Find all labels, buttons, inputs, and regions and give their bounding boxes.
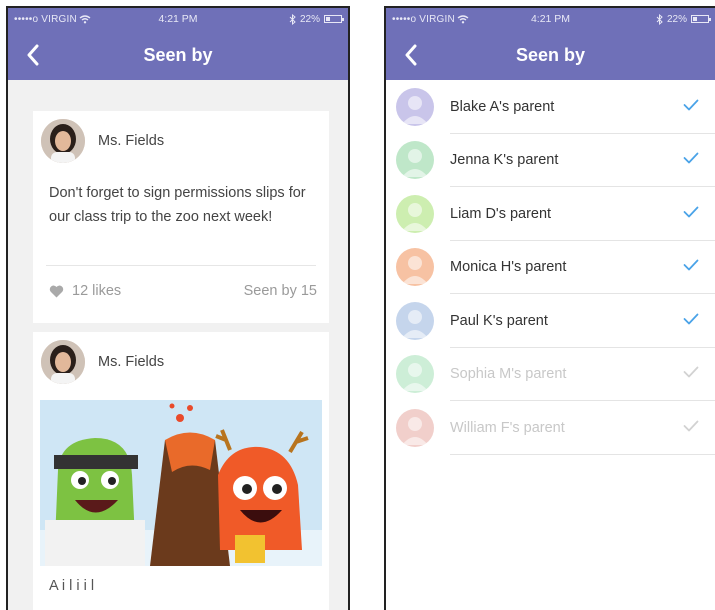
left-phone-screen: •••••o VIRGIN 4:21 PM 22% Seen by Ms. Fi…: [6, 6, 350, 610]
post-author: Ms. Fields: [33, 111, 329, 163]
likes-button[interactable]: 12 likes: [49, 283, 121, 299]
author-name: Ms. Fields: [98, 354, 165, 370]
author-name: Ms. Fields: [98, 133, 165, 149]
carrier-label: •••••o VIRGIN: [14, 14, 91, 25]
teacher-avatar: [41, 340, 85, 384]
battery-percent: 22%: [299, 13, 320, 25]
carrier-text: •••••o VIRGIN: [392, 13, 455, 25]
page-title: Seen by: [515, 44, 586, 65]
checkmark-icon: [683, 419, 699, 437]
parent-avatar-icon: [396, 194, 434, 233]
list-item[interactable]: Jenna K's parent: [386, 134, 715, 187]
status-bar: •••••o VIRGIN 4:21 PM 22%: [8, 8, 348, 30]
post-text: Don't forget to sign permissions slips f…: [49, 185, 306, 225]
parent-name: Sophia M's parent: [450, 366, 567, 383]
checkmark-icon: [683, 98, 699, 116]
bluetooth-icon: [289, 13, 296, 25]
carrier-text: •••••o VIRGIN: [14, 13, 77, 25]
parent-avatar-icon: [396, 248, 434, 287]
list-item[interactable]: Liam D's parent: [386, 187, 715, 241]
post-card[interactable]: Ms. Fields Don't forget to sign permissi…: [33, 111, 329, 323]
post-text-cut: A i l i i l: [49, 578, 95, 594]
heart-icon: [49, 285, 64, 297]
back-button[interactable]: [398, 40, 424, 70]
wifi-icon: [457, 14, 469, 23]
parent-avatar-icon: [396, 141, 434, 180]
battery-icon: [324, 15, 344, 23]
checkmark-icon: [683, 151, 699, 169]
chevron-left-icon: [405, 44, 417, 66]
parent-avatar-icon: [396, 87, 434, 126]
status-right: 22%: [656, 13, 711, 25]
checkmark-icon: [683, 312, 699, 330]
list-item[interactable]: Paul K's parent: [386, 294, 715, 348]
parent-name: Blake A's parent: [450, 98, 555, 115]
battery-icon: [691, 15, 711, 23]
post-image[interactable]: [40, 400, 322, 566]
list-item[interactable]: Sophia M's parent: [386, 348, 715, 401]
page-title: Seen by: [143, 44, 213, 65]
card-divider: [46, 265, 316, 266]
list-item[interactable]: Blake A's parent: [386, 80, 715, 134]
parent-avatar-icon: [396, 301, 434, 340]
status-right: 22%: [289, 13, 344, 25]
battery-percent: 22%: [666, 13, 687, 25]
parent-name: Monica H's parent: [450, 259, 567, 276]
list-item[interactable]: William F's parent: [386, 401, 715, 455]
bluetooth-icon: [656, 13, 663, 25]
row-divider: [450, 453, 715, 455]
parent-name: Jenna K's parent: [450, 152, 559, 169]
chevron-left-icon: [27, 44, 39, 66]
post-card[interactable]: Ms. Fields A i l i i l: [33, 332, 329, 610]
checkmark-icon: [683, 205, 699, 223]
checkmark-icon: [683, 258, 699, 276]
teacher-avatar: [41, 119, 85, 163]
parent-name: William F's parent: [450, 419, 565, 436]
post-author: Ms. Fields: [33, 332, 329, 384]
back-button[interactable]: [20, 40, 46, 70]
parent-avatar-icon: [396, 355, 434, 394]
carrier-label: •••••o VIRGIN: [392, 14, 469, 25]
seen-by-link[interactable]: Seen by 15: [244, 283, 317, 299]
parent-name: Paul K's parent: [450, 312, 548, 329]
seen-by-list: Blake A's parent Jenna K's parent Liam D's…: [386, 80, 715, 455]
checkmark-icon: [683, 365, 699, 383]
post-footer: 12 likes Seen by 15: [49, 283, 317, 299]
right-phone-screen: •••••o VIRGIN 4:21 PM 22% Seen by Blake …: [384, 6, 715, 610]
green-monster-illustration: [45, 438, 145, 566]
likes-count: 12 likes: [72, 283, 122, 299]
nav-bar: Seen by: [8, 30, 348, 80]
wifi-icon: [79, 14, 91, 23]
status-bar: •••••o VIRGIN 4:21 PM 22%: [386, 8, 715, 30]
list-item[interactable]: Monica H's parent: [386, 241, 715, 294]
nav-bar: Seen by: [386, 30, 715, 80]
parent-avatar-icon: [396, 408, 434, 447]
parent-name: Liam D's parent: [450, 205, 552, 222]
